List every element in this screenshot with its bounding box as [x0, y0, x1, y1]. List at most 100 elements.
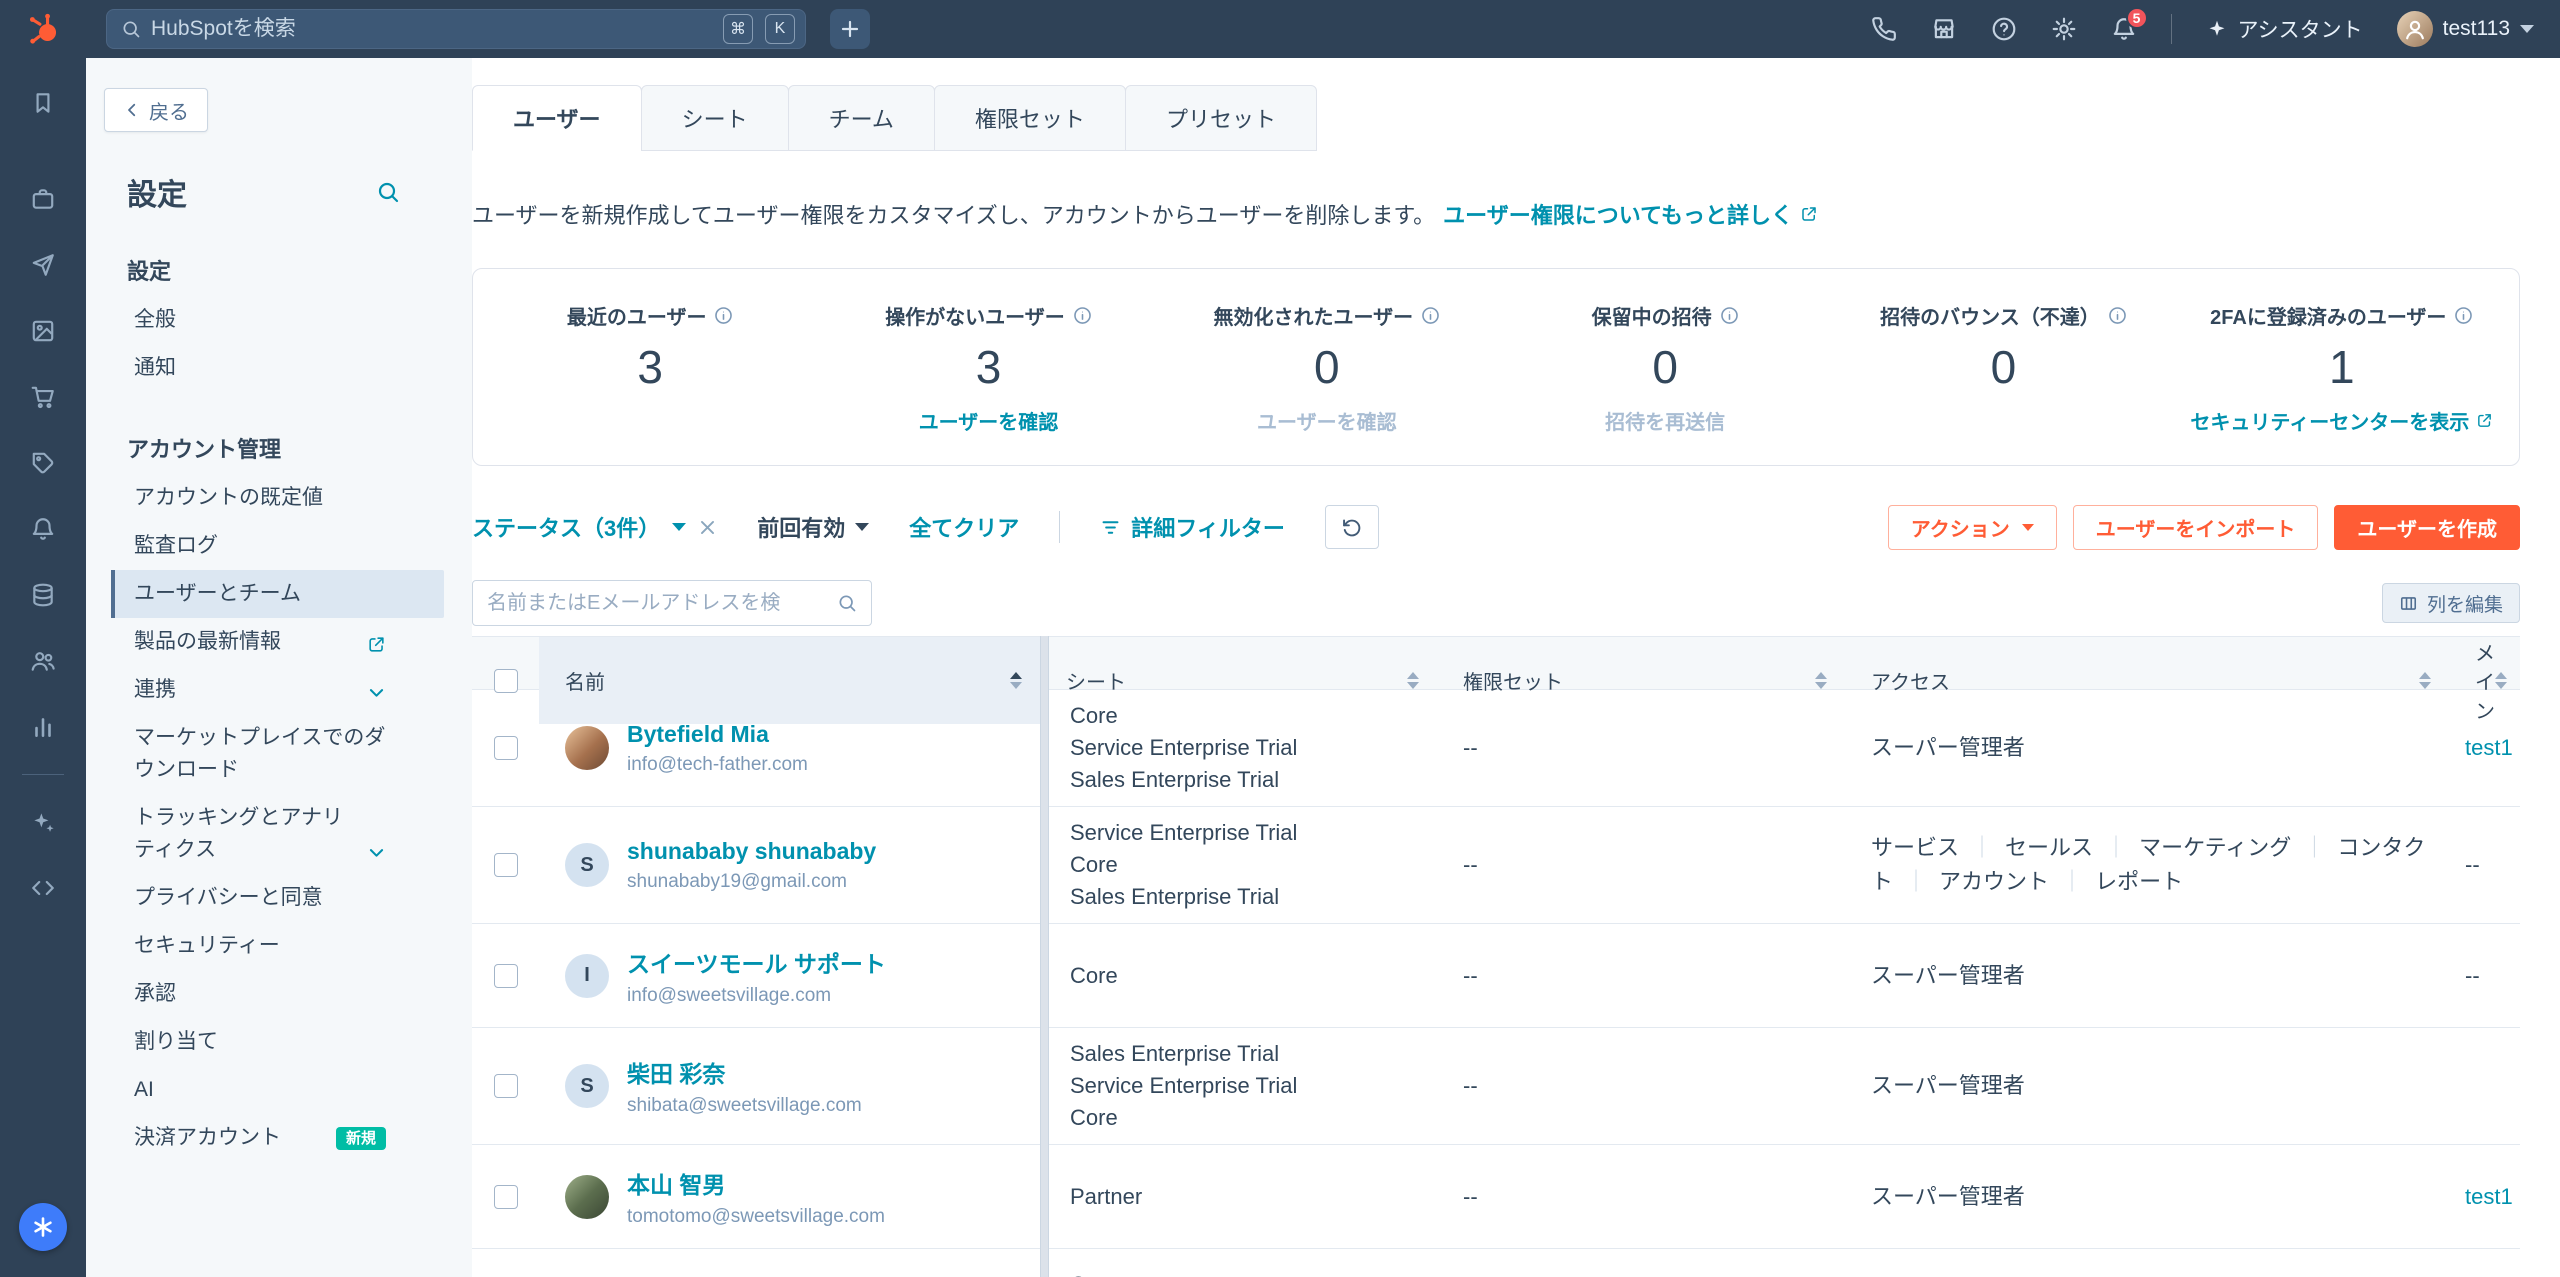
column-header[interactable]: 名前 — [539, 637, 1040, 724]
user-name-link[interactable]: Bytefield Mia — [627, 721, 808, 748]
tab[interactable]: プリセット — [1125, 85, 1317, 151]
info-icon[interactable] — [1073, 306, 1092, 325]
global-search-input[interactable] — [151, 17, 711, 41]
info-icon[interactable] — [1421, 306, 1440, 325]
row-checkbox[interactable] — [494, 1185, 518, 1209]
row-checkbox[interactable] — [494, 1074, 518, 1098]
user-name-link[interactable]: スイーツモール サポート — [627, 945, 886, 979]
settings-nav-item[interactable]: 割り当て — [111, 1018, 444, 1066]
undo-button[interactable] — [1325, 505, 1379, 549]
global-search[interactable]: ⌘ K — [106, 9, 806, 49]
seat-value: Core — [1070, 1102, 1427, 1134]
stat-link[interactable]: セキュリティーセンターを表示 — [2173, 406, 2511, 435]
learn-more-link[interactable]: ユーザー権限についてもっと詳しく — [1443, 198, 1818, 230]
settings-nav-item[interactable]: マーケットプレイスでのダウンロード — [111, 714, 444, 794]
help-icon[interactable] — [1991, 16, 2017, 42]
edit-columns-button[interactable]: 列を編集 — [2382, 583, 2520, 623]
column-header[interactable]: アクセス — [1845, 637, 2449, 724]
notifications-bell-icon[interactable]: 5 — [2111, 16, 2137, 42]
remove-filter-icon[interactable] — [698, 518, 717, 537]
select-all-checkbox[interactable] — [494, 669, 518, 693]
hubspot-logo-icon[interactable] — [26, 11, 62, 47]
info-icon[interactable] — [2108, 306, 2127, 325]
settings-gear-icon[interactable] — [2051, 16, 2077, 42]
plus-icon — [838, 17, 862, 41]
settings-nav-item[interactable]: アカウントの既定値 — [111, 474, 444, 522]
back-button[interactable]: 戻る — [104, 88, 208, 132]
account-menu[interactable]: test113 — [2397, 11, 2534, 47]
seat-value: Core — [1070, 1269, 1427, 1277]
settings-nav-item[interactable]: 連携 — [111, 666, 444, 714]
settings-nav-item[interactable]: 決済アカウント 新規 — [111, 1114, 444, 1162]
permission-set-value: -- — [1437, 852, 1845, 878]
tab[interactable]: ユーザー — [472, 85, 642, 151]
settings-nav-item[interactable]: 全般 — [111, 296, 444, 344]
settings-nav-item[interactable]: ユーザーとチーム — [111, 570, 444, 618]
info-icon[interactable] — [1720, 306, 1739, 325]
advanced-filter-link[interactable]: 詳細フィルター — [1100, 511, 1285, 543]
user-email: info@sweetsvillage.com — [627, 985, 886, 1007]
info-icon[interactable] — [2454, 306, 2473, 325]
settings-nav-item[interactable]: トラッキングとアナリティクス — [111, 794, 444, 874]
developer-code-icon[interactable] — [20, 865, 66, 911]
search-icon — [837, 593, 857, 613]
frozen-column-scrollbar[interactable] — [1040, 636, 1049, 1277]
marketplace-icon[interactable] — [1931, 16, 1957, 42]
sort-icon — [1407, 672, 1419, 689]
table-header-row: 名前 シート 権限セット アクセス メイン — [472, 636, 2520, 690]
last-active-filter[interactable]: 前回有効 — [757, 511, 869, 543]
tab[interactable]: チーム — [788, 85, 935, 151]
avatar: S — [565, 843, 609, 887]
settings-nav-item[interactable]: 監査ログ — [111, 522, 444, 570]
avatar: S — [565, 1064, 609, 1108]
tab[interactable]: シート — [641, 85, 789, 151]
content-icon[interactable] — [20, 308, 66, 354]
user-search[interactable] — [472, 580, 872, 626]
status-filter-chip[interactable]: ステータス（3件） — [472, 511, 717, 543]
main-team-link[interactable]: test1 — [2449, 1184, 2520, 1210]
contacts-icon[interactable] — [20, 638, 66, 684]
breeze-sparkles-icon[interactable] — [20, 799, 66, 845]
main-team-link[interactable]: test1 — [2449, 735, 2520, 761]
clear-all-link[interactable]: 全てクリア — [909, 511, 1019, 543]
calling-icon[interactable] — [1871, 16, 1897, 42]
settings-search-icon[interactable] — [376, 180, 400, 204]
info-icon[interactable] — [714, 306, 733, 325]
settings-nav-item[interactable]: 承認 — [111, 970, 444, 1018]
user-name-link[interactable]: 本山 智男 — [627, 1166, 885, 1200]
create-new-button[interactable] — [830, 9, 870, 49]
access-cell: スーパー管理者 — [1845, 949, 2449, 1003]
actions-button[interactable]: アクション — [1888, 505, 2057, 550]
import-users-button[interactable]: ユーザーをインポート — [2073, 505, 2319, 550]
settings-nav-item[interactable]: プライバシーと同意 — [111, 874, 444, 922]
column-header[interactable]: 権限セット — [1437, 637, 1845, 724]
tickets-icon[interactable] — [20, 440, 66, 486]
settings-nav-item[interactable]: 製品の最新情報 — [111, 618, 444, 666]
service-icon[interactable] — [20, 506, 66, 552]
database-icon[interactable] — [20, 572, 66, 618]
settings-nav-item[interactable]: セキュリティー — [111, 922, 444, 970]
user-search-input[interactable] — [487, 592, 829, 615]
row-checkbox[interactable] — [494, 853, 518, 877]
seats-cell: CoreService Enterprise TrialSales Enterp… — [1040, 690, 1437, 806]
copilot-button[interactable] — [19, 1203, 67, 1251]
user-name-link[interactable]: shunababy shunababy — [627, 838, 876, 865]
reporting-icon[interactable] — [20, 704, 66, 750]
column-header[interactable]: メイン — [2449, 637, 2520, 724]
table-row: Y 西邑 遥 CoreService Enterprise Trial -- ス… — [472, 1249, 2520, 1277]
commerce-icon[interactable] — [20, 374, 66, 420]
user-name-link[interactable]: 柴田 彩奈 — [627, 1055, 862, 1089]
row-checkbox-cell — [472, 690, 539, 806]
marketing-icon[interactable] — [20, 242, 66, 288]
bookmark-icon[interactable] — [20, 80, 66, 126]
main-team-value: -- — [2449, 963, 2520, 989]
settings-nav-item[interactable]: AI — [111, 1066, 444, 1114]
stat-link[interactable]: ユーザーを確認 — [819, 406, 1157, 435]
crm-icon[interactable] — [20, 176, 66, 222]
settings-nav-item[interactable]: 通知 — [111, 344, 444, 392]
row-checkbox[interactable] — [494, 736, 518, 760]
tab[interactable]: 権限セット — [934, 85, 1126, 151]
assistant-button[interactable]: アシスタント — [2206, 14, 2363, 44]
create-user-button[interactable]: ユーザーを作成 — [2334, 505, 2520, 550]
row-checkbox[interactable] — [494, 964, 518, 988]
